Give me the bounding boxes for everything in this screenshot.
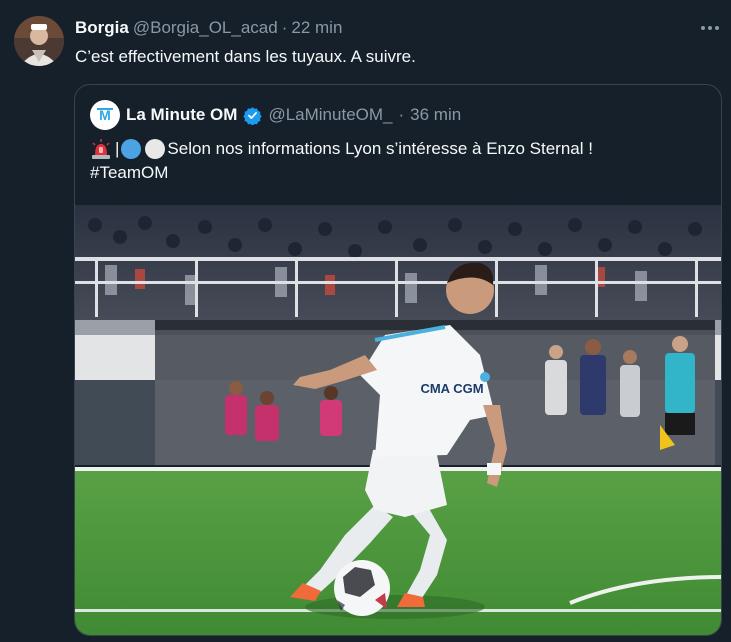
blue-circle-emoji — [121, 139, 142, 159]
quoted-handle[interactable]: @LaMinuteOM_ — [268, 105, 392, 125]
avatar[interactable] — [14, 16, 64, 66]
football-photo: CMA CGM — [75, 205, 721, 635]
quoted-timestamp[interactable]: 36 min — [410, 105, 461, 125]
quoted-text: | Selon nos informations Lyon s’intéress… — [90, 137, 710, 185]
handle[interactable]: @Borgia_OL_acad — [133, 18, 278, 38]
separator: · — [281, 18, 288, 37]
quoted-tweet[interactable]: M La Minute OM @LaMinuteOM_ · 36 min | S… — [74, 84, 722, 636]
tweet-header: Borgia @Borgia_OL_acad · 22 min — [75, 17, 342, 39]
quoted-media-image[interactable]: CMA CGM — [75, 205, 721, 635]
quoted-hashtag[interactable]: #TeamOM — [90, 161, 710, 185]
more-dot — [715, 26, 719, 30]
quoted-text-main: Selon nos informations Lyon s’intéresse … — [167, 139, 593, 158]
white-circle-emoji — [145, 139, 166, 159]
rotating-light-emoji — [90, 138, 112, 160]
more-dot — [701, 26, 705, 30]
pipe-text: | — [115, 139, 120, 158]
avatar-image — [14, 16, 64, 66]
quoted-text-line: | Selon nos informations Lyon s’intéress… — [90, 137, 710, 161]
more-icon[interactable] — [699, 17, 721, 39]
ball — [334, 560, 390, 616]
quoted-display-name[interactable]: La Minute OM — [126, 105, 237, 125]
sponsor-text: CMA CGM — [420, 381, 483, 396]
timestamp[interactable]: 22 min — [291, 18, 342, 38]
om-logo-icon[interactable]: M — [90, 100, 120, 130]
more-dot — [708, 26, 712, 30]
tweet[interactable]: Borgia @Borgia_OL_acad · 22 min C’est ef… — [0, 0, 731, 642]
quoted-header: M La Minute OM @LaMinuteOM_ · 36 min — [90, 100, 461, 130]
quoted-separator: · — [398, 105, 405, 124]
display-name[interactable]: Borgia — [75, 18, 129, 38]
tweet-text: C’est effectivement dans les tuyaux. A s… — [75, 47, 416, 66]
verified-badge-icon — [243, 106, 263, 125]
